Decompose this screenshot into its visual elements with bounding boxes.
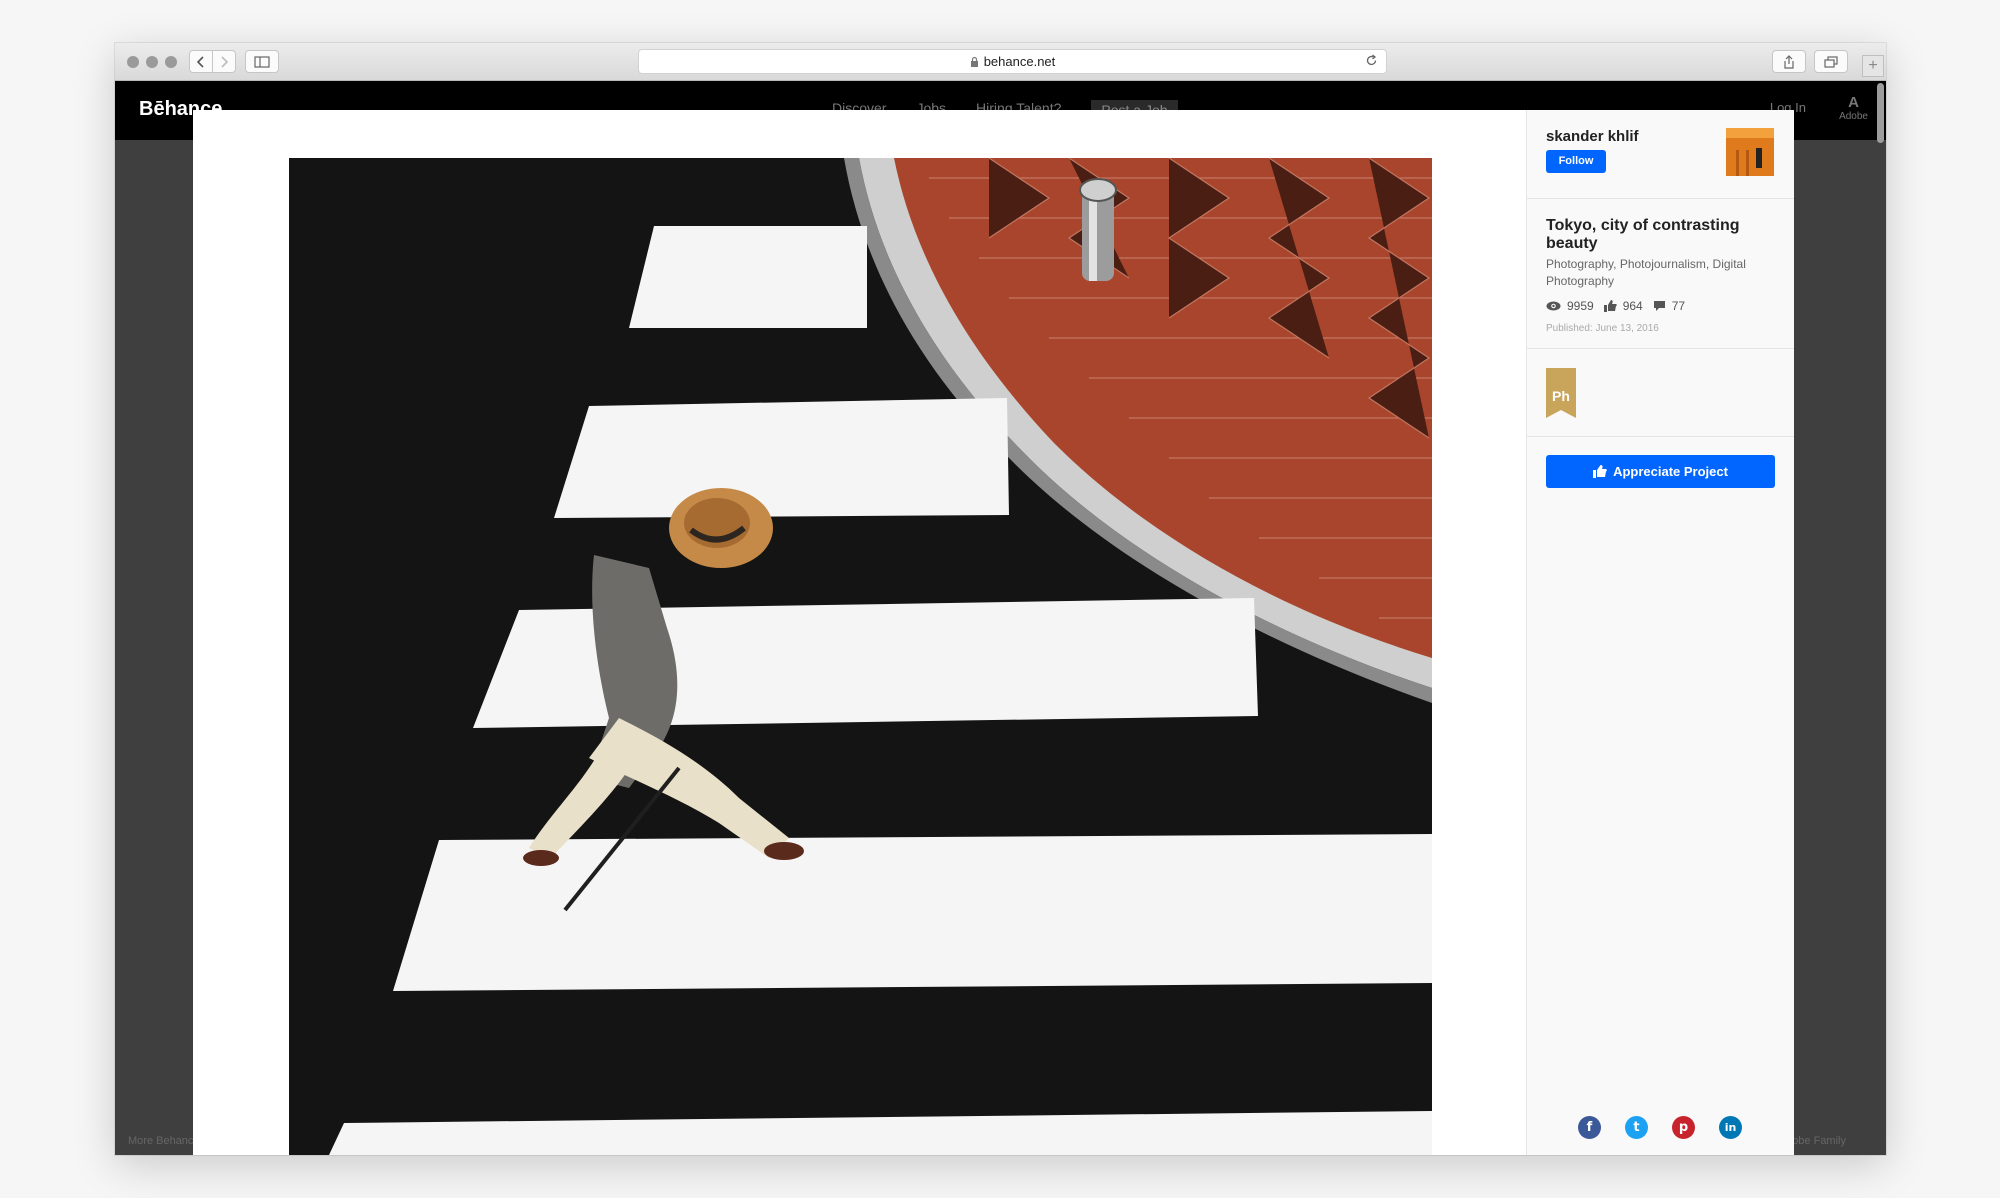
tool-badge-label: Ph [1552, 388, 1570, 404]
reload-icon[interactable] [1365, 54, 1378, 67]
appreciate-project-button[interactable]: Appreciate Project [1546, 455, 1775, 488]
project-sidebar: skander khlif Follow Tokyo, city of cont… [1526, 110, 1794, 1155]
new-tab-button[interactable]: + [1862, 55, 1884, 77]
thumbs-up-icon [1603, 300, 1617, 312]
footer-more-behance[interactable]: More Behance [128, 1135, 200, 1147]
views-stat: 9959 [1546, 299, 1594, 313]
project-fields[interactable]: Photography, Photojournalism, Digital Ph… [1546, 256, 1778, 290]
chevron-right-icon [221, 55, 229, 68]
owner-block: skander khlif Follow [1527, 110, 1794, 199]
address-bar[interactable]: behance.net [638, 49, 1387, 74]
share-button[interactable] [1772, 50, 1806, 73]
adobe-logo[interactable]: A Adobe [1839, 94, 1868, 122]
browser-toolbar: behance.net + [115, 43, 1886, 81]
browser-window: Bēhance Discover Jobs Hiring Talent? Pos… [115, 43, 1886, 1155]
eye-icon [1546, 301, 1561, 311]
adobe-label: Adobe [1839, 111, 1868, 122]
appreciations-stat: 964 [1603, 299, 1643, 313]
twitter-share-icon[interactable]: t [1625, 1116, 1648, 1139]
published-date: Published: June 13, 2016 [1546, 323, 1659, 334]
url-text: behance.net [983, 54, 1056, 69]
tabs-icon [1824, 55, 1838, 68]
share-links: f t p in [1578, 1116, 1742, 1139]
chevron-left-icon [196, 55, 204, 68]
comment-icon [1653, 301, 1665, 311]
owner-name[interactable]: skander khlif [1546, 128, 1639, 145]
close-window-button[interactable] [127, 56, 139, 68]
facebook-share-icon[interactable]: f [1578, 1116, 1601, 1139]
lock-icon [970, 56, 978, 67]
project-title: Tokyo, city of contrasting beauty [1546, 217, 1740, 252]
page-scrollbar[interactable] [1877, 83, 1884, 143]
minimize-window-button[interactable] [146, 56, 158, 68]
comments-count: 77 [1671, 299, 1686, 313]
pinterest-share-icon[interactable]: p [1672, 1116, 1695, 1139]
linkedin-share-icon[interactable]: in [1719, 1116, 1742, 1139]
back-button[interactable] [189, 50, 213, 73]
sidebar-toggle-button[interactable] [245, 50, 279, 73]
comments-stat: 77 [1653, 299, 1685, 313]
appreciate-label: Appreciate Project [1613, 464, 1728, 479]
zoom-window-button[interactable] [165, 56, 177, 68]
project-stats: 9959 964 77 [1546, 299, 1775, 313]
owner-avatar[interactable] [1726, 128, 1774, 176]
photoshop-tool-badge[interactable]: Ph [1546, 368, 1576, 418]
project-photo[interactable] [289, 158, 1432, 1155]
forward-button[interactable] [212, 50, 236, 73]
appreciations-count: 964 [1622, 299, 1643, 313]
project-modal: skander khlif Follow Tokyo, city of cont… [193, 110, 1794, 1155]
follow-button[interactable]: Follow [1546, 150, 1606, 173]
owner-avatar-image [1726, 128, 1774, 176]
views-count: 9959 [1567, 299, 1594, 313]
tools-used: Ph [1527, 349, 1794, 437]
show-tabs-button[interactable] [1814, 50, 1848, 73]
share-icon [1784, 54, 1794, 69]
project-info: Tokyo, city of contrasting beauty Photog… [1527, 199, 1794, 349]
thumbs-up-icon [1593, 465, 1607, 478]
crosswalk-photo-image [289, 158, 1432, 1155]
sidebar-icon [254, 55, 270, 68]
